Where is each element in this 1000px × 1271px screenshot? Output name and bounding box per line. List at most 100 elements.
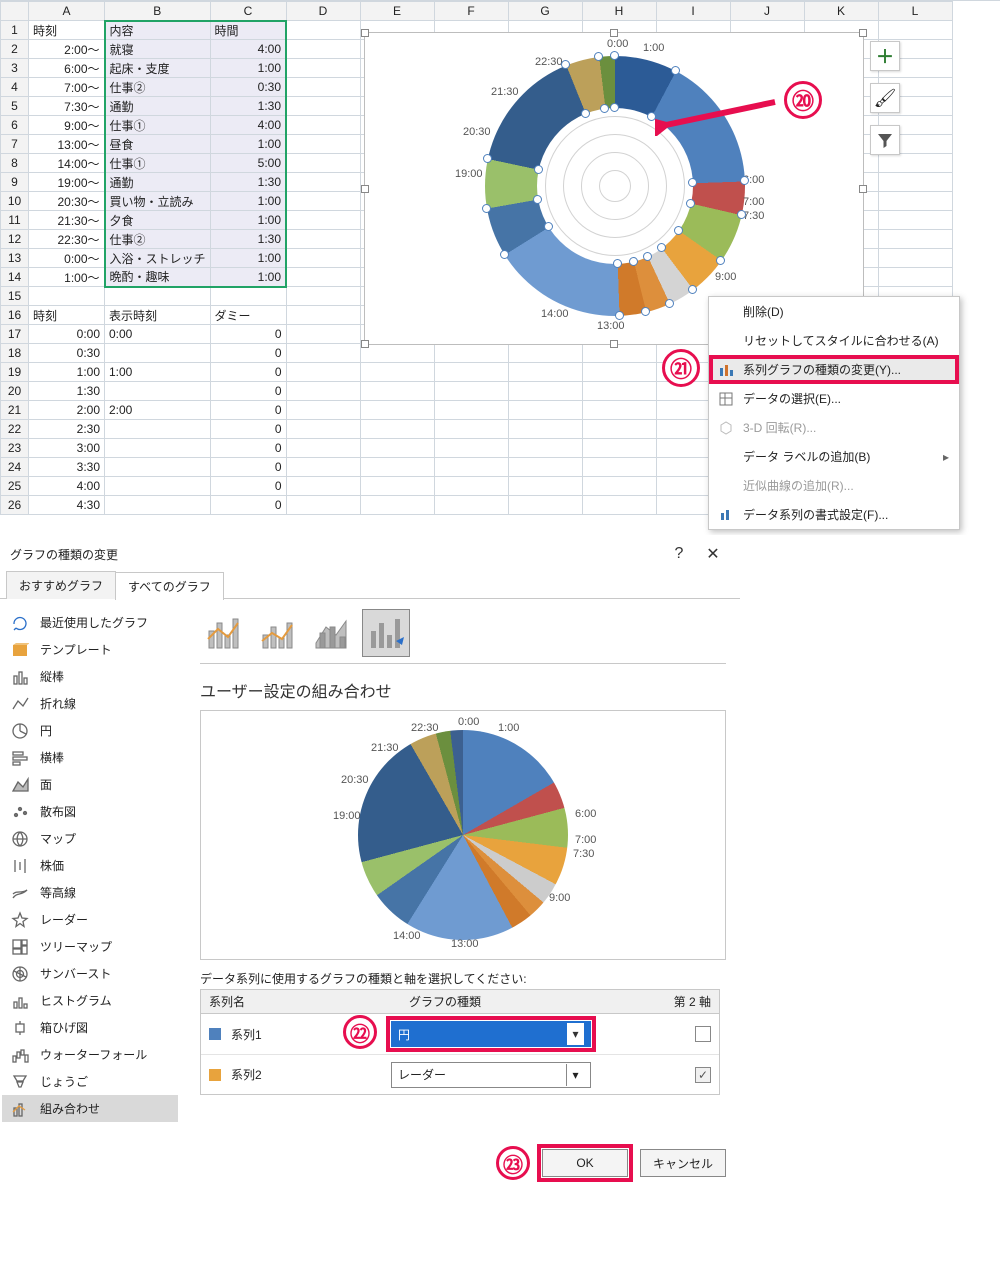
series2-chart-type-select[interactable]: レーダー▾ <box>391 1062 591 1088</box>
cell[interactable]: 3:00 <box>29 439 105 458</box>
cell[interactable] <box>582 496 656 515</box>
cell[interactable] <box>105 382 211 401</box>
select-all[interactable] <box>1 2 29 21</box>
cell[interactable]: 就寝 <box>105 40 211 59</box>
cell[interactable] <box>878 173 952 192</box>
cell[interactable]: 7:00～ <box>29 78 105 97</box>
cell[interactable] <box>582 401 656 420</box>
row-header[interactable]: 2 <box>1 40 29 59</box>
cell[interactable] <box>360 363 434 382</box>
ok-button[interactable]: OK <box>542 1149 628 1177</box>
cell[interactable]: 0 <box>210 363 286 382</box>
cell[interactable] <box>434 477 508 496</box>
cell[interactable] <box>582 458 656 477</box>
cell[interactable]: 2:00 <box>105 401 211 420</box>
cell[interactable] <box>878 268 952 287</box>
cell[interactable]: 昼食 <box>105 135 211 154</box>
cell[interactable] <box>582 363 656 382</box>
menu-reset-style[interactable]: リセットしてスタイルに合わせる(A) <box>709 326 959 355</box>
cell[interactable]: 0 <box>210 496 286 515</box>
cell[interactable] <box>286 420 360 439</box>
cell[interactable] <box>286 401 360 420</box>
row-header[interactable]: 20 <box>1 382 29 401</box>
cell[interactable] <box>360 496 434 515</box>
cell[interactable] <box>878 230 952 249</box>
doughnut-chart[interactable]: 0:00 1:00 6:00 7:00 7:30 9:00 13:00 14:0… <box>485 56 745 316</box>
cell[interactable]: 仕事① <box>105 116 211 135</box>
cell[interactable] <box>582 382 656 401</box>
cell[interactable]: 14:00～ <box>29 154 105 173</box>
cell[interactable] <box>286 268 360 287</box>
cell[interactable] <box>286 78 360 97</box>
cell[interactable]: 2:00～ <box>29 40 105 59</box>
cell[interactable] <box>360 477 434 496</box>
cell[interactable]: 内容 <box>105 21 211 40</box>
cell[interactable]: 1:00～ <box>29 268 105 287</box>
chart-category-item[interactable]: サンバースト <box>2 960 178 987</box>
cell[interactable]: 0 <box>210 420 286 439</box>
chart-styles-button[interactable]: 🖌 <box>870 83 900 113</box>
cell[interactable] <box>360 420 434 439</box>
cell[interactable] <box>105 439 211 458</box>
cell[interactable]: 0:00 <box>29 325 105 344</box>
cell[interactable] <box>508 496 582 515</box>
cell[interactable]: 時間 <box>210 21 286 40</box>
col-header[interactable]: I <box>656 2 730 21</box>
cell[interactable]: 13:00～ <box>29 135 105 154</box>
chart-category-item[interactable]: 横棒 <box>2 744 178 771</box>
cell[interactable] <box>360 439 434 458</box>
cell[interactable] <box>286 439 360 458</box>
cell[interactable]: 通勤 <box>105 173 211 192</box>
cell[interactable] <box>286 116 360 135</box>
chart-category-item[interactable]: 円 <box>2 717 178 744</box>
cell[interactable] <box>286 21 360 40</box>
chart-category-item[interactable]: 等高線 <box>2 879 178 906</box>
cell[interactable] <box>360 382 434 401</box>
cell[interactable] <box>105 287 211 306</box>
col-header[interactable]: K <box>804 2 878 21</box>
row-header[interactable]: 18 <box>1 344 29 363</box>
cell[interactable]: 4:00 <box>210 40 286 59</box>
cell[interactable]: ダミー <box>210 306 286 325</box>
menu-change-chart-type[interactable]: 系列グラフの種類の変更(Y)... <box>709 355 959 384</box>
cell[interactable]: 0:00～ <box>29 249 105 268</box>
cell[interactable] <box>105 477 211 496</box>
cell[interactable] <box>286 154 360 173</box>
cell[interactable]: 0:30 <box>29 344 105 363</box>
cell[interactable] <box>286 97 360 116</box>
chart-category-item[interactable]: 折れ線 <box>2 690 178 717</box>
menu-add-data-labels[interactable]: データ ラベルの追加(B)▸ <box>709 442 959 471</box>
cell[interactable] <box>878 211 952 230</box>
cell[interactable]: 7:30～ <box>29 97 105 116</box>
chart-category-list[interactable]: 最近使用したグラフテンプレート縦棒折れ線円横棒面散布図マップ株価等高線レーダーツ… <box>0 599 180 1132</box>
col-header[interactable]: B <box>105 2 211 21</box>
cell[interactable] <box>105 420 211 439</box>
row-header[interactable]: 11 <box>1 211 29 230</box>
cell[interactable] <box>878 192 952 211</box>
cell[interactable]: 1:00 <box>210 249 286 268</box>
chart-category-item[interactable]: レーダー <box>2 906 178 933</box>
chart-category-item[interactable]: 面 <box>2 771 178 798</box>
cell[interactable] <box>286 211 360 230</box>
row-header[interactable]: 4 <box>1 78 29 97</box>
row-header[interactable]: 1 <box>1 21 29 40</box>
row-header[interactable]: 6 <box>1 116 29 135</box>
cell[interactable]: 0:30 <box>210 78 286 97</box>
cell[interactable] <box>508 401 582 420</box>
chart-category-item[interactable]: テンプレート <box>2 636 178 663</box>
series1-chart-type-select[interactable]: 円▾ <box>391 1021 591 1047</box>
cell[interactable]: 仕事② <box>105 78 211 97</box>
row-header[interactable]: 26 <box>1 496 29 515</box>
col-header[interactable]: F <box>434 2 508 21</box>
close-button[interactable]: ✕ <box>696 540 730 568</box>
chart-category-item[interactable]: 縦棒 <box>2 663 178 690</box>
row-header[interactable]: 25 <box>1 477 29 496</box>
cell[interactable] <box>286 458 360 477</box>
cell[interactable] <box>286 363 360 382</box>
menu-delete[interactable]: 削除(D) <box>709 297 959 326</box>
col-header[interactable]: G <box>508 2 582 21</box>
cell[interactable]: 9:00～ <box>29 116 105 135</box>
cell[interactable] <box>286 306 360 325</box>
cell[interactable] <box>434 496 508 515</box>
cell[interactable]: 4:30 <box>29 496 105 515</box>
